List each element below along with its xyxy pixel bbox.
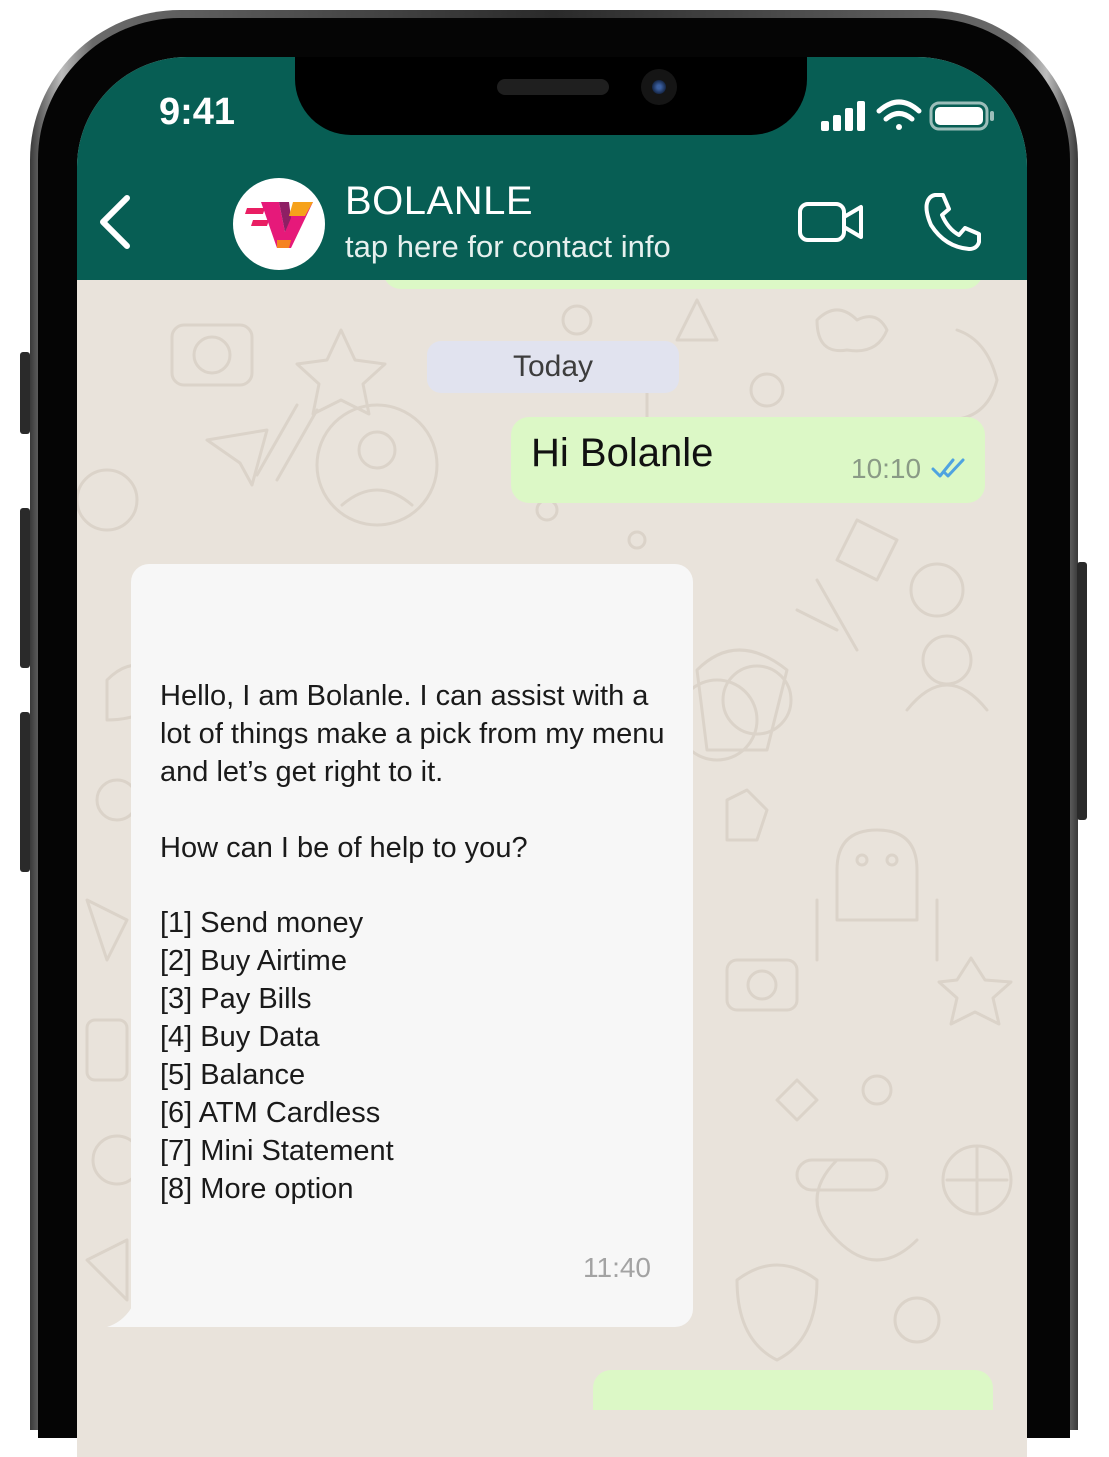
- power-button: [1077, 562, 1087, 820]
- status-bar-icons: [821, 99, 994, 131]
- contact-avatar[interactable]: [233, 178, 325, 270]
- incoming-message-bubble[interactable]: Hello, I am Bolanle. I can assist with a…: [131, 564, 693, 1327]
- silent-switch: [20, 352, 30, 434]
- help-question: How can I be of help to you?: [160, 832, 528, 864]
- menu-option: [7] Mini Statement: [160, 1135, 394, 1167]
- menu-option: [5] Balance: [160, 1059, 306, 1091]
- front-camera: [641, 69, 677, 105]
- double-check-read-icon: [931, 458, 965, 478]
- contact-name[interactable]: BOLANLE: [345, 179, 533, 224]
- menu-option: [6] ATM Cardless: [160, 1097, 381, 1129]
- menu-options-list: [1] Send money [2] Buy Airtime [3] Pay B…: [160, 904, 394, 1208]
- volume-up-button: [20, 508, 30, 668]
- greeting-paragraph: Hello, I am Bolanle. I can assist with a…: [160, 680, 665, 788]
- contact-info-hint[interactable]: tap here for contact info: [345, 229, 671, 265]
- phone-icon[interactable]: [921, 191, 983, 253]
- message-text: Hi Bolanle: [531, 431, 714, 475]
- chevron-left-icon[interactable]: [93, 190, 137, 254]
- next-message-bubble-edge: [593, 1370, 993, 1410]
- date-separator: Today: [427, 341, 679, 393]
- menu-option: [3] Pay Bills: [160, 983, 312, 1015]
- menu-option: [4] Buy Data: [160, 1021, 320, 1053]
- wifi-icon: [876, 99, 922, 130]
- cellular-signal-icon: [821, 101, 865, 131]
- message-body: Hello, I am Bolanle. I can assist with a…: [160, 677, 670, 867]
- video-camera-icon[interactable]: [797, 199, 867, 245]
- battery-icon: [929, 101, 994, 131]
- earpiece-speaker: [497, 79, 609, 95]
- bolanle-logo-icon: [245, 202, 313, 248]
- message-timestamp: 11:40: [583, 1252, 651, 1283]
- device-notch: [295, 57, 807, 135]
- menu-option: [8] More option: [160, 1173, 354, 1205]
- chat-header: 9:41 BOLANLE tap here for contact info: [77, 57, 1027, 280]
- volume-down-button: [20, 712, 30, 872]
- status-bar-time: 9:41: [159, 91, 236, 133]
- phone-screen: 9:41 BOLANLE tap here for contact info T…: [77, 57, 1027, 1457]
- message-timestamp: 10:10: [851, 453, 922, 484]
- menu-option: [1] Send money: [160, 907, 364, 939]
- menu-option: [2] Buy Airtime: [160, 945, 347, 977]
- outgoing-message-bubble[interactable]: Hi Bolanle 10:10: [511, 417, 985, 503]
